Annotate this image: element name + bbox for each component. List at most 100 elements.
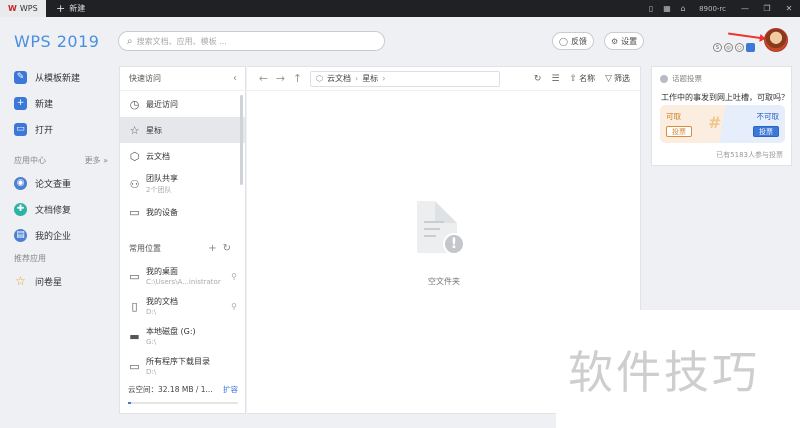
loc-disk-g-label: 本地磁盘 (G:) [146, 327, 196, 336]
badge-o-icon[interactable]: ○ [735, 43, 744, 52]
quick-access-scrollbar[interactable] [240, 95, 243, 185]
nav-template-new[interactable]: ✎ 从模板新建 [0, 64, 118, 90]
minimize-button[interactable]: — [734, 0, 756, 17]
sort-button[interactable]: ⇧ 名称 [570, 73, 596, 84]
nav-paper-check-label: 论文查重 [35, 179, 72, 190]
qa-cloud-label: 云文档 [146, 151, 170, 161]
nav-wenjuanxing-label: 问卷星 [35, 277, 63, 288]
loc-desktop-label: 我的桌面 [146, 267, 178, 276]
settings-button[interactable]: ⚙ 设置 [604, 32, 645, 50]
nav-open[interactable]: ▭ 打开 [0, 116, 118, 142]
quick-access-title: 快速访问 [129, 74, 161, 83]
tab-new[interactable]: + 新建 [46, 0, 93, 17]
left-nav: ✎ 从模板新建 + 新建 ▭ 打开 应用中心 更多 » ◉ 论文查重 ✚ 文档修… [0, 64, 118, 294]
template-icon: ✎ [14, 70, 27, 84]
qa-star[interactable]: ☆ 星标 [120, 117, 245, 143]
more-link[interactable]: 更多 » [85, 155, 108, 166]
folder-icon: ▭ [14, 122, 27, 136]
nav-new[interactable]: + 新建 [0, 90, 118, 116]
watermark-text: 软件技巧 [568, 346, 761, 399]
qa-team[interactable]: ⚇ 团队共享 2个团队 [120, 169, 245, 199]
pin-icon[interactable]: ⚲ [231, 272, 237, 281]
repair-icon: ✚ [14, 202, 27, 216]
poll-options: 可取 # 不可取 投票 投票 [660, 105, 785, 143]
app-center-section: 应用中心 更多 » [0, 150, 118, 170]
document-icon: ▯ [131, 299, 138, 313]
search-placeholder: 搜索文档、应用、模板 ... [136, 36, 227, 46]
qa-cloud[interactable]: ⬡ 云文档 [120, 143, 245, 169]
add-location-icon[interactable]: + [208, 243, 222, 254]
nav-wenjuanxing[interactable]: ☆ 问卷星 [0, 268, 118, 294]
nav-repair[interactable]: ✚ 文档修复 [0, 196, 118, 222]
badge-settings-icon[interactable]: ◎ [724, 43, 733, 52]
collapse-chevron-icon[interactable]: ‹ [233, 73, 237, 84]
paper-check-icon: ◉ [14, 176, 27, 190]
sort-icon: ⇧ [569, 73, 578, 84]
breadcrumb-separator-icon: › [354, 74, 359, 83]
disk-icon: ▬ [129, 329, 140, 343]
loc-documents-label: 我的文档 [146, 297, 178, 306]
wps-logo-icon: W [8, 4, 17, 13]
search-input[interactable]: ⌕ 搜索文档、应用、模板 ... [118, 31, 385, 51]
user-name[interactable]: 8900-rc [691, 5, 734, 13]
filter-icon: ▽ [605, 73, 612, 84]
back-arrow-icon[interactable]: ← [255, 72, 272, 85]
forward-arrow-icon[interactable]: → [272, 72, 289, 85]
loc-downloads-label: 所有程序下载目录 [146, 357, 210, 366]
breadcrumb-item-cloud[interactable]: 云文档 [327, 73, 351, 84]
shirt-icon[interactable]: ⌂ [675, 0, 691, 17]
exclamation-icon: ! [443, 233, 465, 255]
tab-wps-label: WPS [19, 4, 38, 13]
poll-participants: 已有5183人参与投票 [716, 151, 783, 159]
pin-icon[interactable]: ⚲ [231, 302, 237, 311]
close-button[interactable]: ✕ [778, 0, 800, 17]
badge-s-icon[interactable]: S [713, 43, 722, 52]
breadcrumb-item-star[interactable]: 星标 [362, 73, 378, 84]
desktop-icon: ▭ [129, 269, 140, 283]
list-view-icon[interactable]: ☰ [551, 74, 559, 84]
refresh-icon[interactable]: ↻ [223, 243, 237, 254]
loc-desktop[interactable]: ▭ 我的桌面 C:\Users\A...inistrator ⚲ [120, 261, 245, 291]
tab-new-label: 新建 [69, 4, 86, 13]
filter-button[interactable]: ▽ 筛选 [605, 73, 630, 84]
common-locations-header: 常用位置 +↻ [120, 235, 245, 261]
file-toolbar: ← → ↑ ⬡ 云文档 › 星标 › ↻ ☰ ⇧ 名称 ▽ 筛选 [247, 67, 640, 91]
title-bar: W WPS + 新建 ▯ ▦ ⌂ 8900-rc — ❐ ✕ [0, 0, 800, 17]
grid-icon[interactable]: ▦ [659, 0, 675, 17]
up-arrow-icon[interactable]: ↑ [289, 72, 306, 85]
plus-icon: + [56, 2, 66, 15]
loc-downloads[interactable]: ▭ 所有程序下载目录 D:\ [120, 351, 245, 381]
qa-team-sub: 2个团队 [146, 186, 172, 194]
tab-wps[interactable]: W WPS [0, 0, 46, 17]
poll-card: 话题投票 工作中的事发到网上吐槽，可取吗？ 可取 # 不可取 投票 投票 已有5… [651, 66, 792, 166]
qa-team-label: 团队共享 [146, 174, 178, 183]
nav-enterprise[interactable]: ▤ 我的企业 [0, 222, 118, 248]
feedback-button[interactable]: ◯ 反馈 [552, 32, 594, 50]
quick-access-header: 快速访问 ‹ [120, 67, 245, 91]
qa-recent[interactable]: ◷ 最近访问 [120, 91, 245, 117]
nav-paper-check[interactable]: ◉ 论文查重 [0, 170, 118, 196]
cloud-box-icon: ⬡ [129, 149, 140, 163]
loc-documents[interactable]: ▯ 我的文档 D:\ ⚲ [120, 291, 245, 321]
loc-disk-g[interactable]: ▬ 本地磁盘 (G:) G:\ [120, 321, 245, 351]
vote-a-button[interactable]: 投票 [666, 126, 692, 137]
qa-device[interactable]: ▭ 我的设备 [120, 199, 245, 225]
vote-b-button[interactable]: 投票 [753, 126, 779, 137]
refresh-icon[interactable]: ↻ [534, 74, 542, 84]
filter-label: 筛选 [614, 74, 630, 83]
loc-disk-g-sub: G:\ [146, 338, 157, 346]
qa-device-label: 我的设备 [146, 207, 178, 217]
poll-question: 工作中的事发到网上吐槽，可取吗？ [661, 93, 789, 102]
annotation-arrow [728, 32, 764, 40]
expand-link[interactable]: 扩容 [223, 384, 238, 395]
breadcrumb[interactable]: ⬡ 云文档 › 星标 › [310, 70, 500, 87]
cloud-box-icon: ⬡ [316, 74, 323, 83]
nav-repair-label: 文档修复 [35, 205, 72, 216]
badge-card-icon[interactable] [746, 43, 755, 52]
avatar[interactable] [764, 28, 788, 52]
hash-icon: # [708, 113, 722, 132]
nav-open-label: 打开 [35, 125, 54, 136]
restore-button[interactable]: ❐ [756, 0, 778, 17]
tablet-icon[interactable]: ▯ [643, 0, 659, 17]
common-locations-title: 常用位置 [129, 243, 161, 253]
